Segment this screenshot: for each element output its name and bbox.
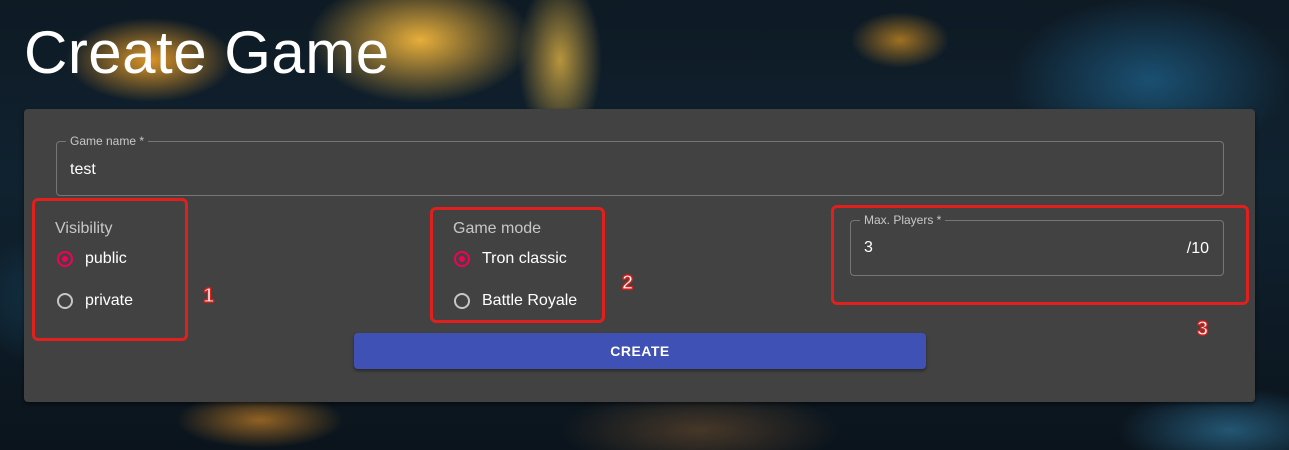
game-name-label: Game name * — [66, 134, 149, 148]
annotation-number-3: 3 — [1196, 317, 1209, 340]
game-name-field[interactable]: Game name * test — [56, 134, 1224, 196]
create-button[interactable]: CREATE — [354, 333, 926, 369]
annotation-number-1: 1 — [202, 284, 215, 307]
annotation-number-2: 2 — [621, 271, 634, 294]
annotation-box-3 — [831, 205, 1249, 305]
annotation-box-2 — [430, 207, 605, 323]
page-title: Create Game — [24, 19, 390, 86]
game-name-input[interactable]: test — [70, 161, 96, 179]
annotation-box-1 — [32, 198, 188, 341]
